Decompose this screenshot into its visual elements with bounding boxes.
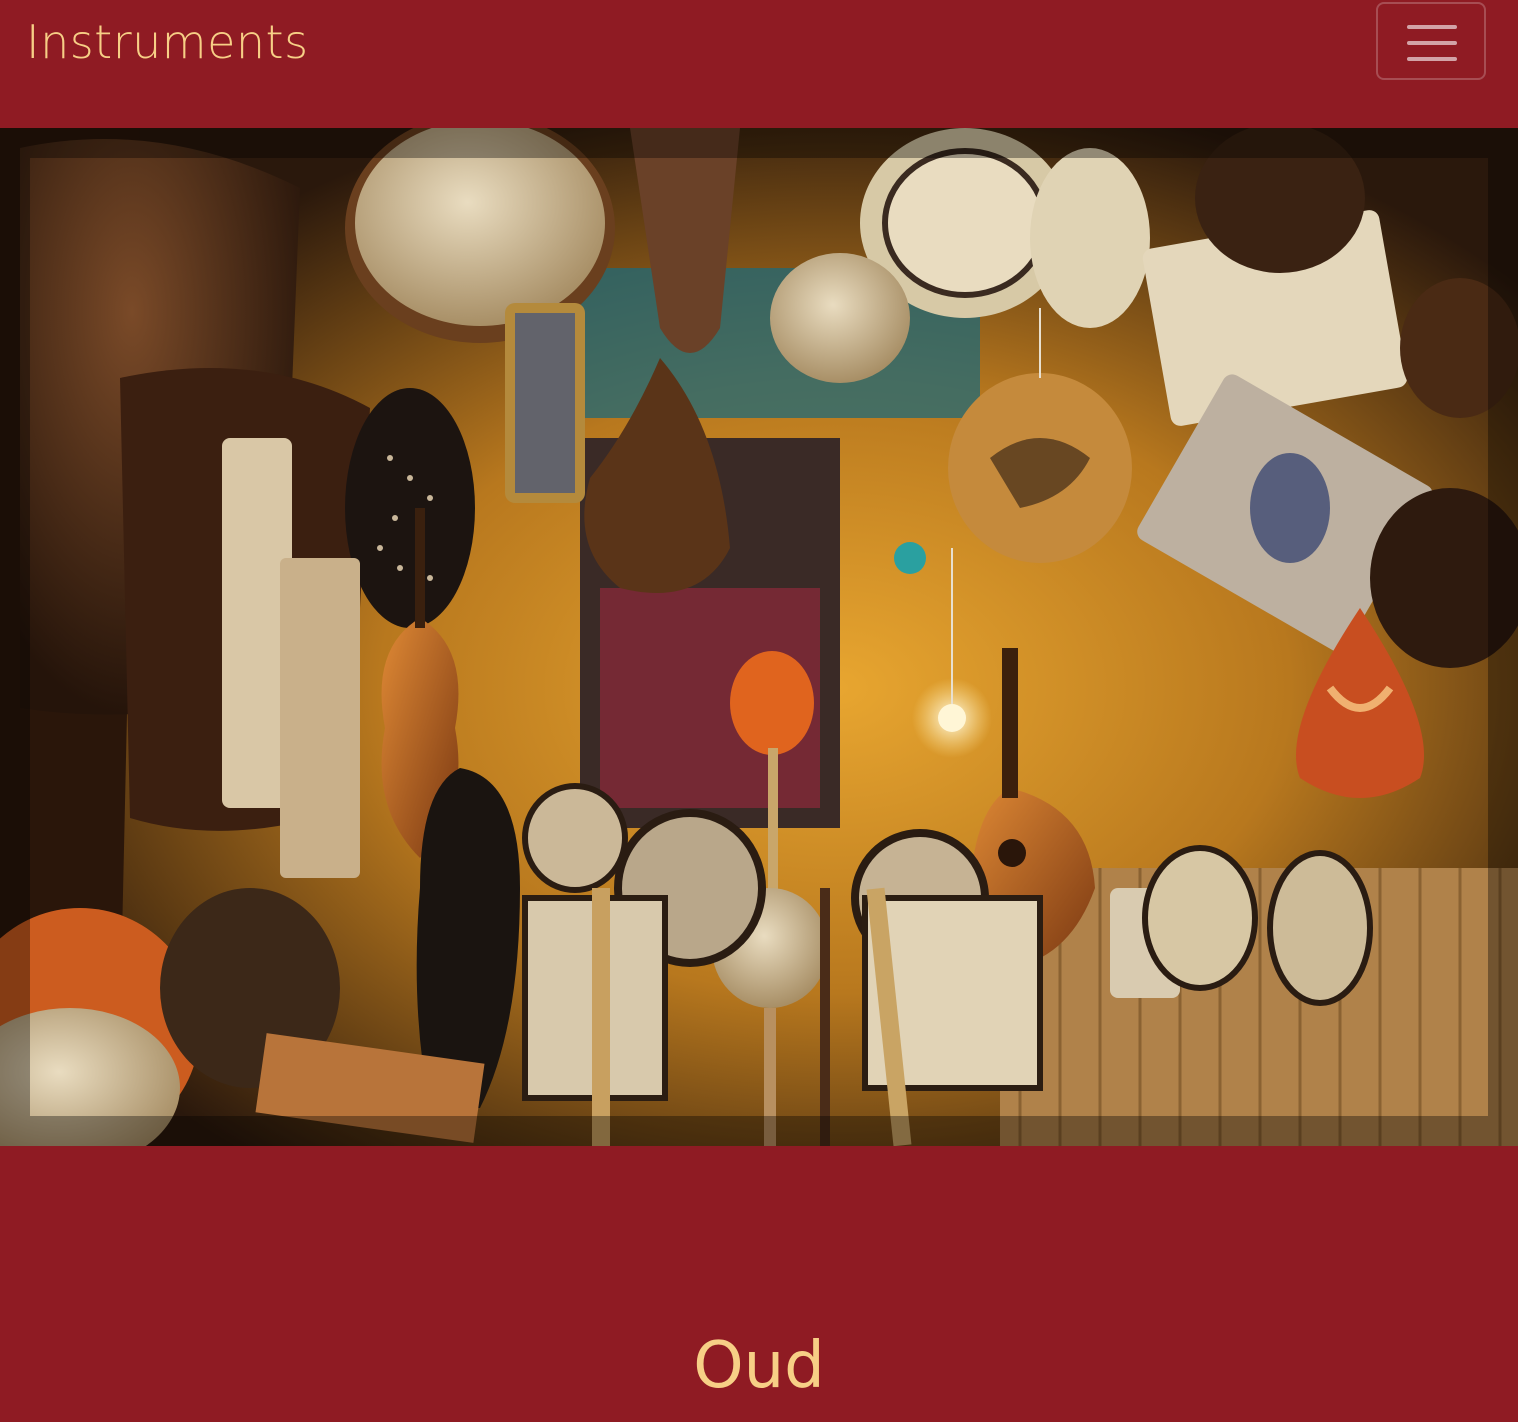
navbar-toggler-button[interactable] bbox=[1376, 2, 1486, 80]
top-navbar: Instruments bbox=[0, 0, 1518, 128]
hero-image bbox=[0, 128, 1518, 1146]
instrument-shop-photo bbox=[0, 128, 1518, 1146]
hamburger-menu-icon bbox=[1407, 25, 1457, 61]
navbar-brand-link[interactable]: Instruments bbox=[26, 14, 309, 70]
section-title: Oud bbox=[693, 1329, 825, 1403]
